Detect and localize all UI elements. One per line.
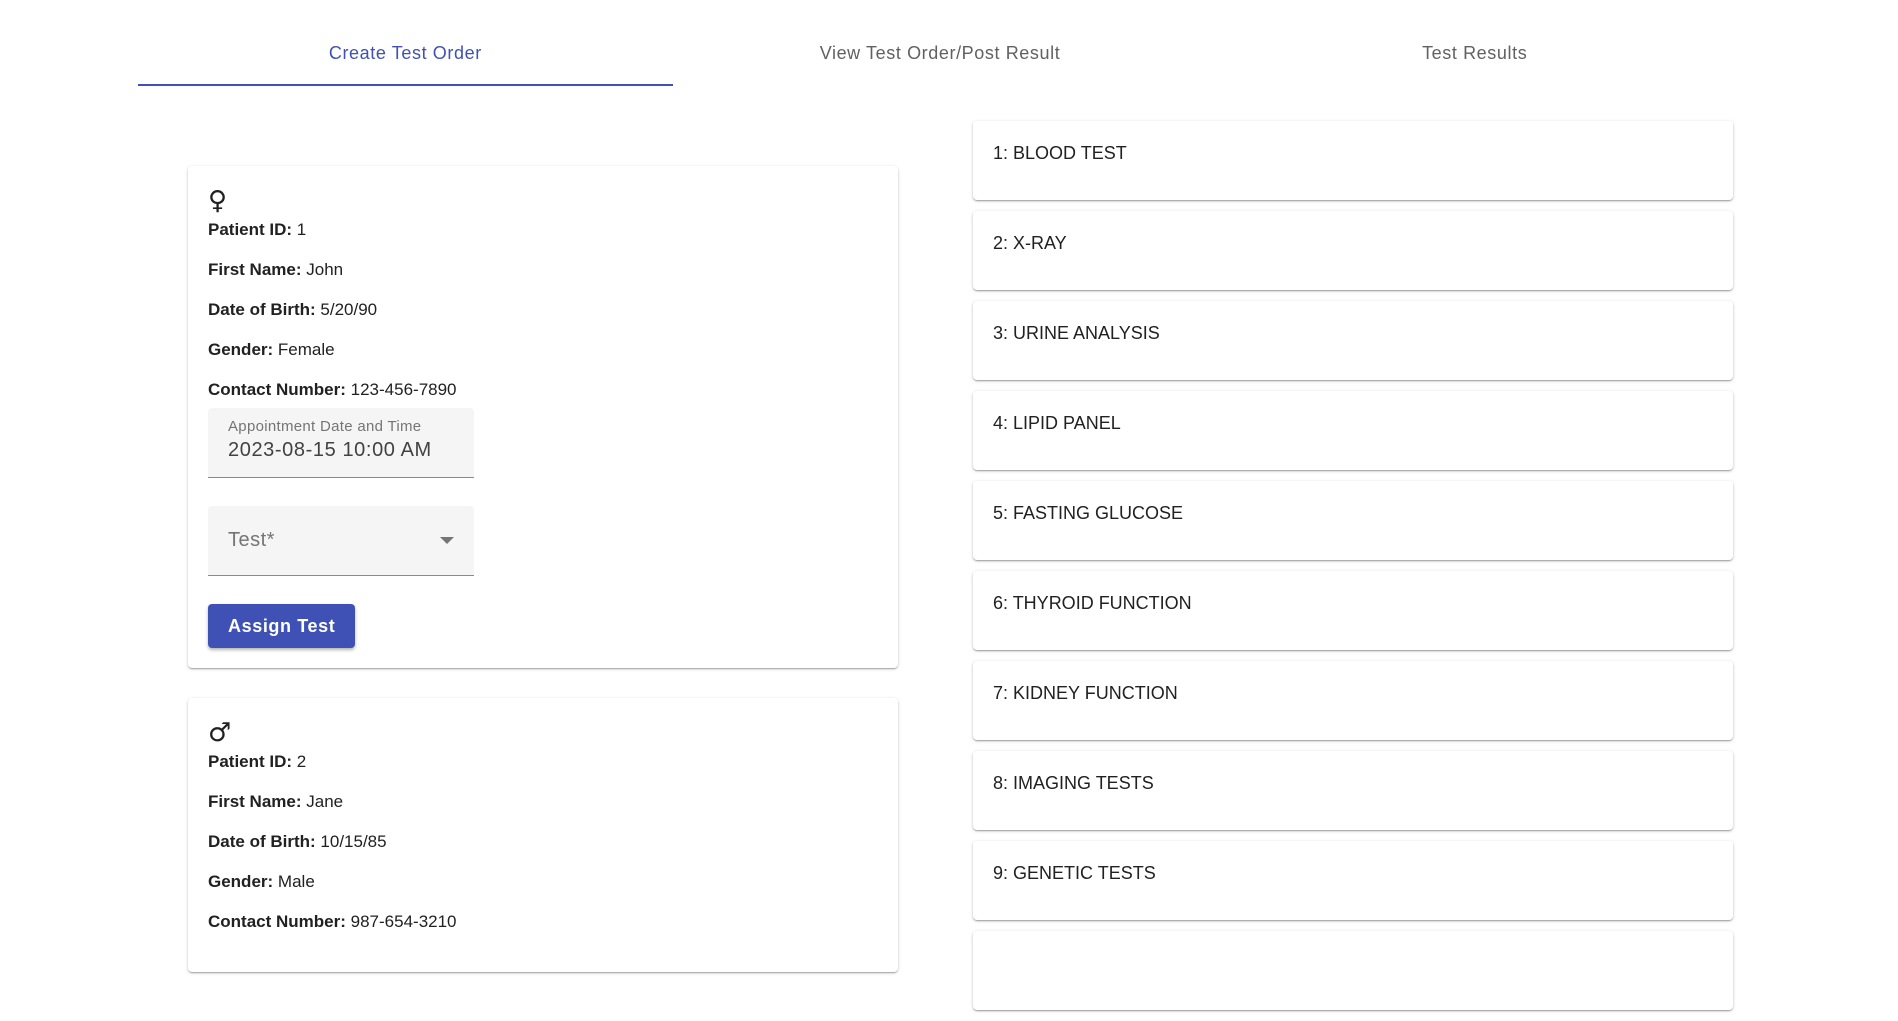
patient-id-value: 1 <box>296 220 307 239</box>
patient-id-value: 2 <box>296 752 307 771</box>
contact-value: 123-456-7890 <box>350 380 457 399</box>
field-label: Patient ID: <box>208 752 293 771</box>
field-label: Date of Birth: <box>208 300 316 319</box>
list-item[interactable]: 3: URINE ANALYSIS <box>973 301 1733 380</box>
field-label: Contact Number: <box>208 380 346 399</box>
gender-value: Male <box>277 872 315 891</box>
list-item[interactable]: 2: X-RAY <box>973 211 1733 290</box>
first-name-line: First Name: John <box>208 260 878 280</box>
list-item[interactable]: 1: BLOOD TEST <box>973 121 1733 200</box>
list-item[interactable]: 4: LIPID PANEL <box>973 391 1733 470</box>
chevron-down-icon <box>440 537 454 544</box>
test-select-placeholder: Test* <box>228 529 275 551</box>
dob-value: 5/20/90 <box>320 300 378 319</box>
appointment-datetime-field[interactable]: Appointment Date and Time 2023-08-15 10:… <box>208 408 474 478</box>
field-label: Date of Birth: <box>208 832 316 851</box>
appointment-label: Appointment Date and Time <box>228 418 422 435</box>
field-label: Gender: <box>208 872 274 891</box>
list-item[interactable]: 8: IMAGING TESTS <box>973 751 1733 830</box>
patient-id-line: Patient ID: 1 <box>208 220 878 240</box>
dob-line: Date of Birth: 5/20/90 <box>208 300 878 320</box>
contact-line: Contact Number: 123-456-7890 <box>208 380 878 400</box>
field-label: First Name: <box>208 792 302 811</box>
female-icon: ♀ <box>208 186 228 216</box>
assign-test-button[interactable]: Assign Test <box>208 604 356 648</box>
first-name-line: First Name: Jane <box>208 792 878 812</box>
first-name-value: John <box>306 260 344 279</box>
appointment-value: 2023-08-15 10:00 AM <box>228 439 432 461</box>
dob-line: Date of Birth: 10/15/85 <box>208 832 878 852</box>
dob-value: 10/15/85 <box>320 832 387 851</box>
patient-id-line: Patient ID: 2 <box>208 752 878 772</box>
test-list: 1: BLOOD TEST 2: X-RAY 3: URINE ANALYSIS… <box>973 121 1733 1021</box>
list-item[interactable]: 9: GENETIC TESTS <box>973 841 1733 920</box>
patient-list: ♀ Patient ID: 1 First Name: John Date of… <box>188 166 898 1002</box>
field-label: Contact Number: <box>208 912 346 931</box>
tab-create-test-order[interactable]: Create Test Order <box>138 20 673 86</box>
list-item[interactable]: 7: KIDNEY FUNCTION <box>973 661 1733 740</box>
contact-value: 987-654-3210 <box>350 912 457 931</box>
contact-line: Contact Number: 987-654-3210 <box>208 912 878 932</box>
tab-view-test-order[interactable]: View Test Order/Post Result <box>673 20 1208 86</box>
list-item[interactable]: 5: FASTING GLUCOSE <box>973 481 1733 560</box>
patient-card: ♀ Patient ID: 1 First Name: John Date of… <box>188 166 898 668</box>
gender-line: Gender: Female <box>208 340 878 360</box>
gender-line: Gender: Male <box>208 872 878 892</box>
field-label: Gender: <box>208 340 274 359</box>
tab-test-results[interactable]: Test Results <box>1207 20 1742 86</box>
field-label: First Name: <box>208 260 302 279</box>
field-label: Patient ID: <box>208 220 293 239</box>
gender-value: Female <box>277 340 335 359</box>
list-item[interactable] <box>973 931 1733 1010</box>
tab-bar: Create Test Order View Test Order/Post R… <box>138 20 1742 86</box>
male-icon: ♂ <box>208 718 232 748</box>
patient-card: ♂ Patient ID: 2 First Name: Jane Date of… <box>188 698 898 972</box>
list-item[interactable]: 6: THYROID FUNCTION <box>973 571 1733 650</box>
test-select[interactable]: Test* <box>208 506 474 576</box>
first-name-value: Jane <box>306 792 344 811</box>
